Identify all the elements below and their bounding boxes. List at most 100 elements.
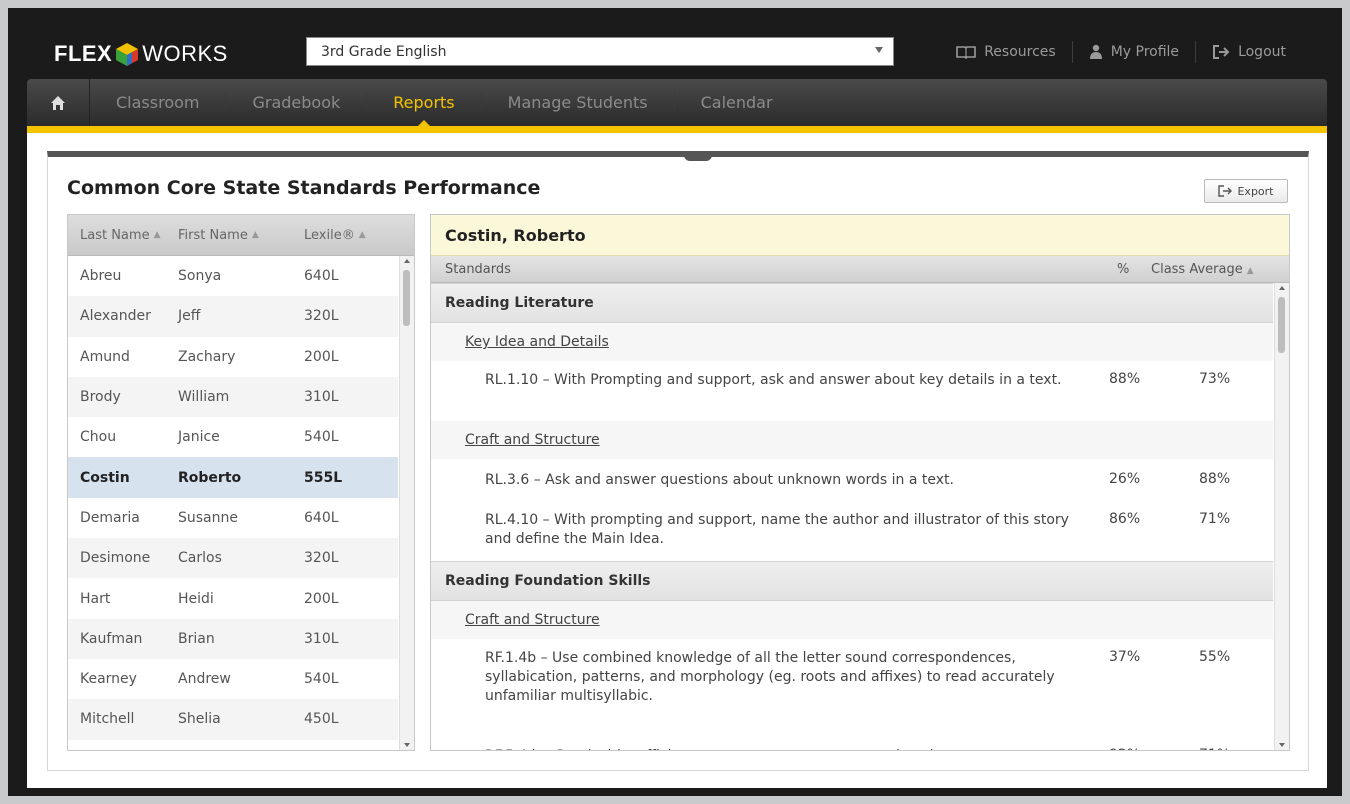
resources-label: Resources — [984, 44, 1056, 60]
student-first-name: Susanne — [178, 509, 238, 526]
book-icon — [956, 46, 977, 59]
student-row[interactable]: Hart Heidi 200L — [68, 578, 398, 618]
page-title: Common Core State Standards Performance — [67, 177, 541, 199]
standards-scrollbar[interactable] — [1274, 283, 1289, 750]
student-first-name: Roberto — [178, 469, 242, 486]
col-percent[interactable]: % — [1117, 262, 1129, 277]
student-first-name: Carlos — [178, 550, 222, 567]
student-lexile: 200L — [304, 348, 339, 365]
course-select[interactable]: 3rd Grade English — [306, 37, 894, 66]
nav-accent-bar — [27, 126, 1327, 133]
student-first-name: Heidi — [178, 590, 214, 607]
export-button[interactable]: Export — [1204, 179, 1288, 203]
standard-text: RL.4.10 – With prompting and support, na… — [485, 512, 1069, 547]
student-lexile: 310L — [304, 389, 339, 406]
student-last-name: Abreu — [80, 268, 122, 285]
col-lexile-label: Lexile® — [304, 227, 355, 243]
nav-home[interactable] — [27, 79, 90, 126]
sort-arrow-icon: ▲ — [358, 230, 366, 240]
standard-class-average: 71% — [1199, 511, 1231, 527]
sort-arrow-icon: ▲ — [1246, 265, 1254, 276]
scroll-up-icon[interactable] — [1279, 286, 1285, 290]
standard-percent: 88% — [1109, 371, 1141, 387]
logout-link[interactable]: Logout — [1196, 44, 1302, 60]
my-profile-link[interactable]: My Profile — [1073, 44, 1195, 60]
standard-row: RF.5.4.b – Read with sufficient accuracy… — [431, 735, 1273, 750]
nav-calendar[interactable]: Calendar — [675, 79, 799, 126]
col-last-name-label: Last Name — [80, 227, 150, 243]
logout-icon — [1213, 45, 1230, 59]
student-first-name: Jeff — [178, 308, 201, 325]
app-window: FLEX WORKS 3rd Grade English Resources M… — [8, 8, 1342, 796]
standard-text: RL.1.10 – With Prompting and support, as… — [485, 372, 1062, 388]
student-row[interactable]: Kaufman Brian 310L — [68, 618, 398, 659]
student-last-name: Amund — [80, 348, 130, 365]
home-icon — [51, 95, 65, 110]
student-row[interactable]: Amund Zachary 200L — [68, 337, 398, 377]
standards-category[interactable]: Reading Foundation Skills — [431, 561, 1273, 601]
student-list-scrollbar[interactable] — [399, 256, 414, 750]
student-last-name: Kearney — [80, 671, 137, 688]
student-row[interactable]: Abreu Sonya 640L — [68, 256, 398, 296]
col-first-name[interactable]: First Name ▲ — [178, 228, 304, 243]
col-class-average[interactable]: Class Average ▲ — [1151, 262, 1254, 277]
student-first-name: Shelia — [178, 711, 221, 728]
standard-percent: 86% — [1109, 511, 1141, 527]
col-first-name-label: First Name — [178, 227, 248, 243]
col-last-name[interactable]: Last Name ▲ — [68, 228, 178, 243]
student-lexile: 310L — [304, 630, 339, 647]
scroll-up-icon[interactable] — [404, 259, 410, 263]
student-last-name: Kaufman — [80, 630, 143, 647]
student-last-name: Hart — [80, 590, 111, 607]
scroll-thumb[interactable] — [403, 270, 410, 326]
student-row[interactable]: Chou Janice 540L — [68, 417, 398, 457]
student-last-name: Mitchell — [80, 711, 135, 728]
student-row[interactable]: Kearney Andrew 540L — [68, 659, 398, 699]
student-last-name: Chou — [80, 429, 117, 446]
standard-percent: 26% — [1109, 471, 1141, 487]
student-last-name: Demaria — [80, 509, 140, 526]
collapse-handle[interactable] — [684, 151, 712, 161]
standards-group-link[interactable]: Key Idea and Details — [431, 323, 1273, 361]
student-row[interactable]: Desimone Carlos 320L — [68, 538, 398, 579]
flexworks-logo[interactable]: FLEX WORKS — [54, 40, 228, 68]
col-lexile[interactable]: Lexile® ▲ — [304, 228, 384, 243]
nav-gradebook[interactable]: Gradebook — [226, 79, 366, 126]
nav-manage-students[interactable]: Manage Students — [482, 79, 674, 126]
student-last-name: Alexander — [80, 308, 151, 325]
student-lexile: 640L — [304, 509, 339, 526]
student-row[interactable]: Demaria Susanne 640L — [68, 498, 398, 538]
scroll-down-icon[interactable] — [404, 743, 410, 747]
standard-text: RL.3.6 – Ask and answer questions about … — [485, 472, 954, 488]
standard-percent: 92% — [1109, 747, 1140, 750]
student-lexile: 200L — [304, 590, 339, 607]
standards-group-link[interactable]: Craft and Structure — [431, 601, 1273, 639]
logo-text-works: WORKS — [142, 41, 228, 66]
resources-link[interactable]: Resources — [940, 44, 1072, 60]
student-row[interactable]: Alexander Jeff 320L — [68, 296, 398, 337]
student-row[interactable]: Costin Roberto 555L — [68, 457, 398, 498]
student-first-name: Sonya — [178, 268, 222, 285]
standards-group-link[interactable]: Craft and Structure — [431, 421, 1273, 459]
standards-category[interactable]: Reading Literature — [431, 283, 1273, 323]
standard-class-average: 88% — [1199, 471, 1231, 487]
cube-logo-icon — [116, 43, 139, 66]
sort-arrow-icon: ▲ — [153, 230, 161, 240]
student-lexile: 540L — [304, 429, 339, 446]
scroll-down-icon[interactable] — [1279, 743, 1285, 747]
nav-classroom[interactable]: Classroom — [90, 79, 225, 126]
student-lexile: 320L — [304, 308, 339, 325]
student-lexile: 640L — [304, 268, 339, 285]
student-row[interactable]: Brody William 310L — [68, 376, 398, 418]
nav-reports[interactable]: Reports — [367, 79, 480, 127]
student-first-name: Zachary — [178, 348, 236, 365]
standard-class-average: 73% — [1199, 371, 1231, 387]
standards-header: Standards % Class Average ▲ — [431, 256, 1289, 283]
student-row[interactable]: Mitchell Shelia 450L — [68, 699, 398, 740]
student-last-name: Desimone — [80, 550, 151, 567]
standard-percent: 37% — [1109, 649, 1141, 665]
scroll-thumb[interactable] — [1278, 297, 1285, 353]
student-list: Last Name ▲ First Name ▲ Lexile® ▲ Abreu Son… — [67, 214, 415, 751]
student-lexile: 555L — [304, 469, 343, 486]
export-icon — [1218, 185, 1233, 197]
